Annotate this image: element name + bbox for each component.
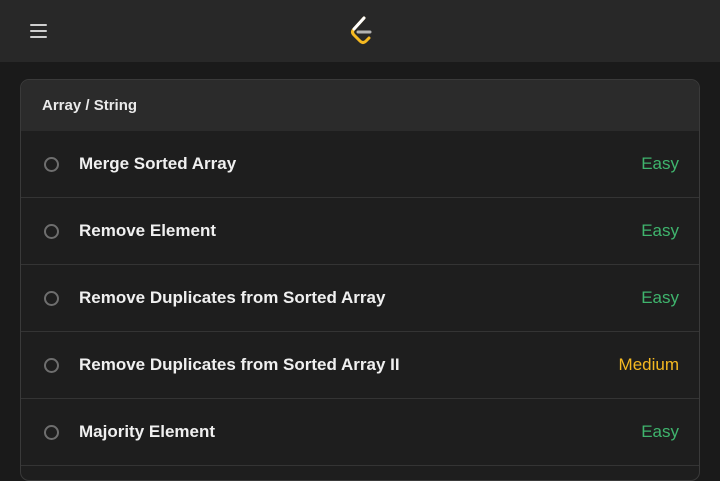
status-circle-icon: [44, 290, 59, 306]
problem-title[interactable]: Remove Element: [79, 221, 216, 241]
status-circle-icon: [44, 223, 59, 239]
hamburger-menu-icon[interactable]: [29, 22, 49, 40]
problem-row[interactable]: Merge Sorted Array Easy: [21, 131, 699, 198]
difficulty-label: Easy: [641, 154, 679, 173]
problem-title[interactable]: Remove Duplicates from Sorted Array II: [79, 355, 400, 375]
difficulty-label: Easy: [641, 221, 679, 240]
problem-row[interactable]: Remove Duplicates from Sorted Array II Me…: [21, 332, 699, 399]
top-navigation-bar: [0, 0, 720, 62]
difficulty-label: Easy: [641, 422, 679, 441]
difficulty-label: Easy: [641, 288, 679, 307]
problem-row[interactable]: Majority Element Easy: [21, 399, 699, 466]
study-plan-section-card: Array / String Merge Sorted Array Easy Rem…: [20, 79, 700, 481]
problem-title[interactable]: Merge Sorted Array: [79, 154, 236, 174]
section-header[interactable]: Array / String: [21, 80, 699, 131]
difficulty-label: Medium: [618, 355, 679, 374]
section-title: Array / String: [42, 97, 138, 114]
leetcode-logo-icon[interactable]: [349, 16, 375, 46]
status-circle-icon: [44, 156, 59, 172]
status-circle-icon: [44, 424, 59, 440]
problem-title[interactable]: Remove Duplicates from Sorted Array: [79, 288, 385, 308]
problem-title[interactable]: Majority Element: [79, 422, 215, 442]
problem-row[interactable]: Remove Element Easy: [21, 198, 699, 265]
status-circle-icon: [44, 357, 59, 373]
problem-list: Merge Sorted Array Easy Remove Element Easy…: [21, 131, 699, 466]
problem-row[interactable]: Remove Duplicates from Sorted Array Easy: [21, 265, 699, 332]
